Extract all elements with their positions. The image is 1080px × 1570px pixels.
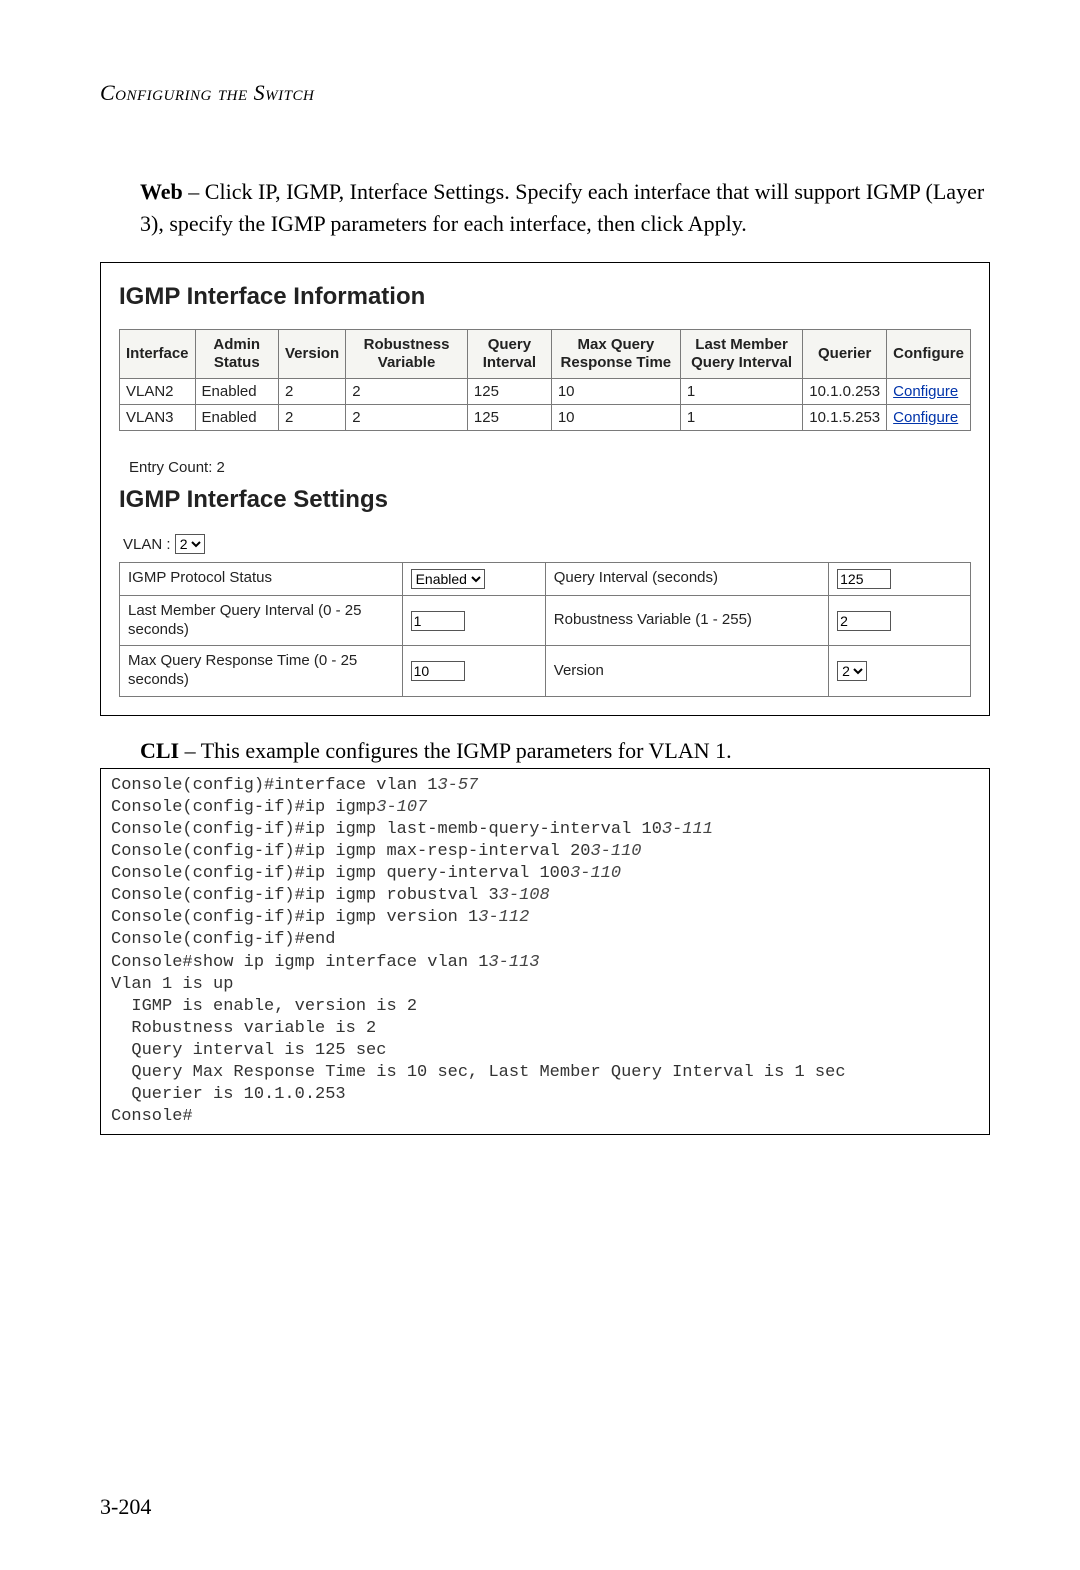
col-interface: Interface <box>120 329 196 378</box>
cell-query_interval: 125 <box>467 378 551 404</box>
configure-link[interactable]: Configure <box>893 409 958 426</box>
col-version: Version <box>279 329 346 378</box>
intro-prefix: Web <box>140 179 183 204</box>
cell-configure: Configure <box>887 378 971 404</box>
label-robust-var: Robustness Variable (1 - 255) <box>545 595 828 646</box>
select-protocol-status[interactable]: Enabled <box>411 569 485 589</box>
label-query-interval-sec: Query Interval (seconds) <box>545 562 828 595</box>
cli-intro-text: – This example configures the IGMP param… <box>179 738 732 763</box>
label-last-member-interval: Last Member Query Interval (0 - 25 secon… <box>120 595 403 646</box>
cli-output: Console(config)#interface vlan 13-57 Con… <box>100 768 990 1136</box>
input-max-resp-time[interactable] <box>411 661 465 681</box>
col-max-resp: Max Query Response Time <box>551 329 680 378</box>
label-max-resp-time: Max Query Response Time (0 - 25 seconds) <box>120 646 403 697</box>
page-number: 3-204 <box>100 1494 151 1520</box>
col-admin-status: Admin Status <box>195 329 278 378</box>
cell-last_member: 1 <box>680 404 802 430</box>
cell-admin_status: Enabled <box>195 404 278 430</box>
vlan-label: VLAN : <box>123 536 175 553</box>
page-header: Configuring the Switch <box>100 80 990 106</box>
cell-last_member: 1 <box>680 378 802 404</box>
cli-intro: CLI – This example configures the IGMP p… <box>140 738 990 764</box>
settings-row: Last Member Query Interval (0 - 25 secon… <box>120 595 971 646</box>
col-last-member: Last Member Query Interval <box>680 329 802 378</box>
igmp-info-table: Interface Admin Status Version Robustnes… <box>119 329 971 431</box>
col-configure: Configure <box>887 329 971 378</box>
vlan-selector-row: VLAN : 2 <box>123 534 971 554</box>
cli-intro-prefix: CLI <box>140 738 179 763</box>
input-robust-var[interactable] <box>837 611 891 631</box>
cell-interface: VLAN2 <box>120 378 196 404</box>
col-robustness: Robustness Variable <box>346 329 468 378</box>
entry-count: Entry Count: 2 <box>129 459 971 476</box>
cell-query_interval: 125 <box>467 404 551 430</box>
info-title: IGMP Interface Information <box>119 283 971 311</box>
screenshot-panel: IGMP Interface Information Interface Adm… <box>100 262 990 716</box>
cell-robustness: 2 <box>346 404 468 430</box>
select-version[interactable]: 2 <box>837 661 867 681</box>
input-last-member-interval[interactable] <box>411 611 465 631</box>
intro-paragraph: Web – Click IP, IGMP, Interface Settings… <box>140 176 990 240</box>
configure-link[interactable]: Configure <box>893 383 958 400</box>
table-row: VLAN2Enabled2212510110.1.0.253Configure <box>120 378 971 404</box>
cell-querier: 10.1.5.253 <box>803 404 887 430</box>
input-query-interval[interactable] <box>837 569 891 589</box>
table-header-row: Interface Admin Status Version Robustnes… <box>120 329 971 378</box>
col-querier: Querier <box>803 329 887 378</box>
label-protocol-status: IGMP Protocol Status <box>120 562 403 595</box>
vlan-select[interactable]: 2 <box>175 534 205 554</box>
settings-row: IGMP Protocol Status Enabled Query Inter… <box>120 562 971 595</box>
cell-interface: VLAN3 <box>120 404 196 430</box>
settings-row: Max Query Response Time (0 - 25 seconds)… <box>120 646 971 697</box>
cell-max_resp: 10 <box>551 404 680 430</box>
label-version: Version <box>545 646 828 697</box>
cell-version: 2 <box>279 378 346 404</box>
cell-max_resp: 10 <box>551 378 680 404</box>
cell-admin_status: Enabled <box>195 378 278 404</box>
cell-querier: 10.1.0.253 <box>803 378 887 404</box>
cell-version: 2 <box>279 404 346 430</box>
settings-title: IGMP Interface Settings <box>119 486 971 514</box>
cell-robustness: 2 <box>346 378 468 404</box>
intro-text: – Click IP, IGMP, Interface Settings. Sp… <box>140 179 984 236</box>
table-row: VLAN3Enabled2212510110.1.5.253Configure <box>120 404 971 430</box>
cell-configure: Configure <box>887 404 971 430</box>
col-query-interval: Query Interval <box>467 329 551 378</box>
igmp-settings-table: IGMP Protocol Status Enabled Query Inter… <box>119 562 971 697</box>
